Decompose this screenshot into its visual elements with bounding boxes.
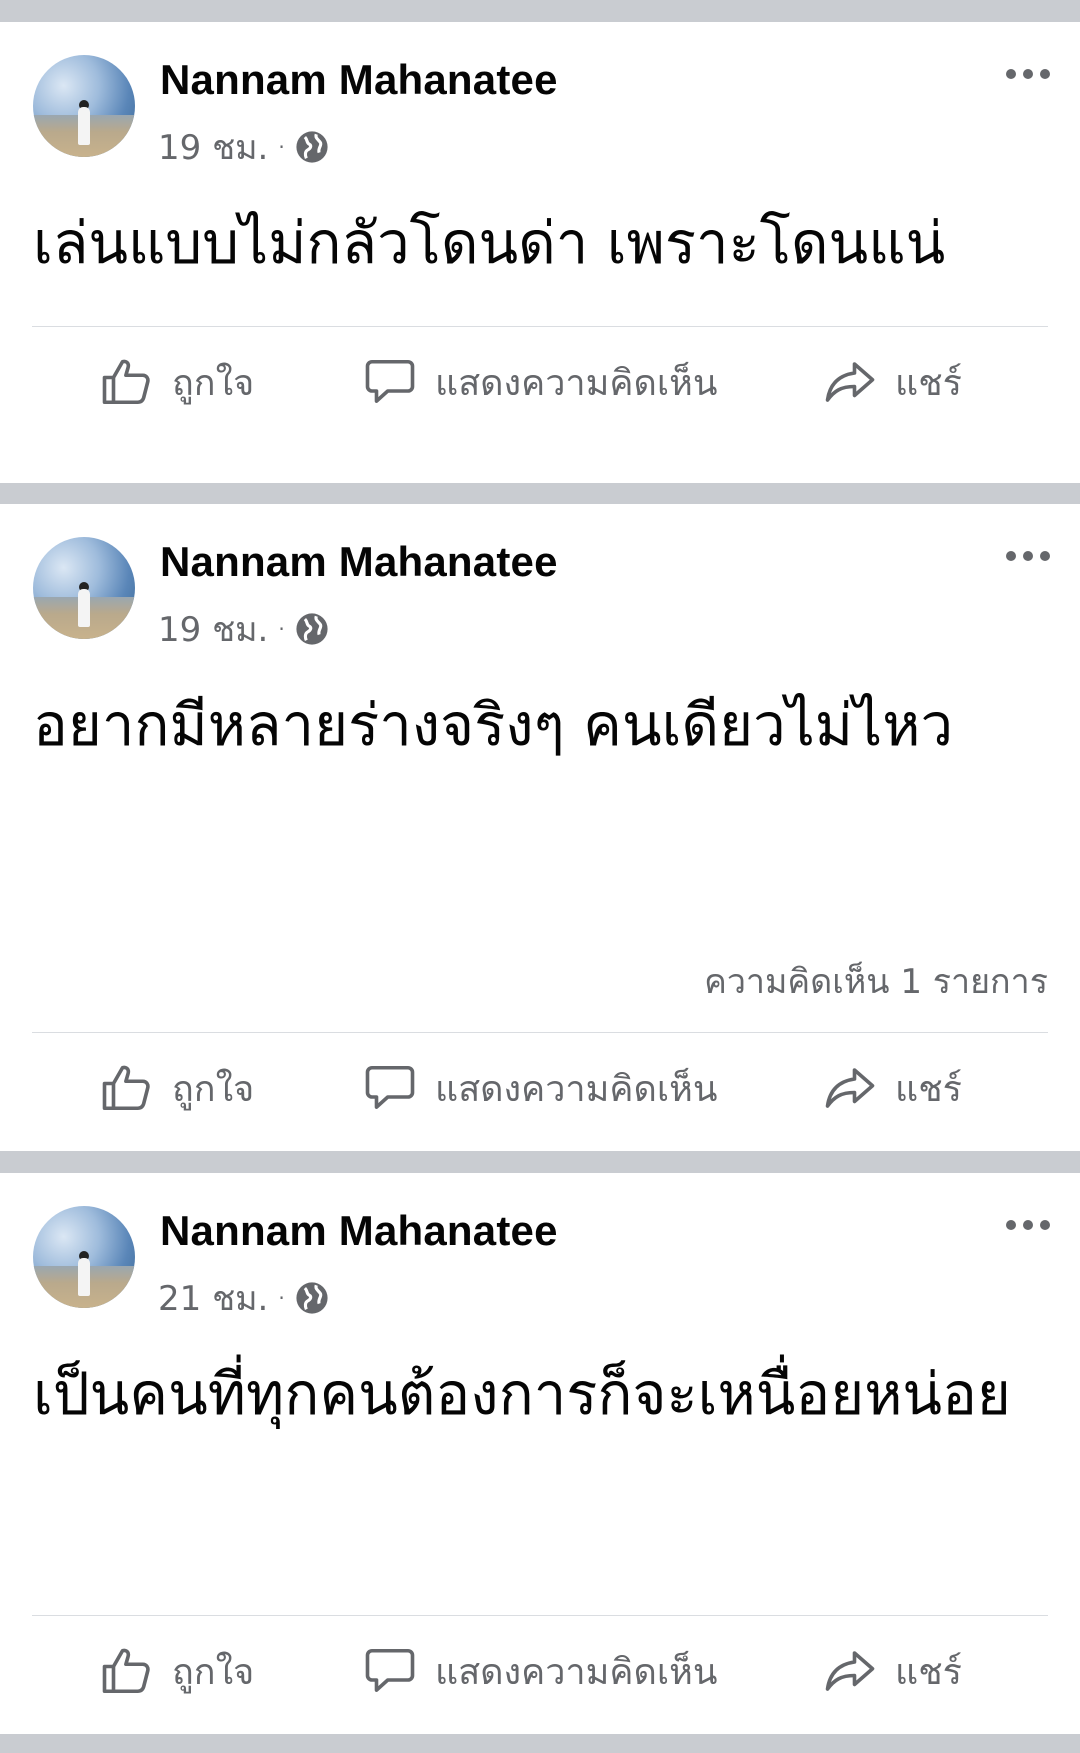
author-name[interactable]: Nannam Mahanatee bbox=[160, 56, 558, 104]
thumbs-up-icon bbox=[102, 1648, 150, 1694]
share-button[interactable]: แชร์ bbox=[823, 354, 962, 411]
post-time[interactable]: 19 ชม. bbox=[158, 120, 268, 174]
avatar[interactable] bbox=[33, 55, 135, 157]
comment-label: แสดงความคิดเห็น bbox=[435, 362, 718, 404]
post-card: Nannam Mahanatee 21 ชม. · เป็นคนที่ทุกคน… bbox=[0, 1173, 1080, 1734]
post-card: Nannam Mahanatee 19 ชม. · เล่นแบบไม่กลัว… bbox=[0, 22, 1080, 483]
globe-icon bbox=[296, 613, 328, 645]
author-name[interactable]: Nannam Mahanatee bbox=[160, 538, 558, 586]
share-button[interactable]: แชร์ bbox=[823, 1060, 962, 1117]
like-button[interactable]: ถูกใจ bbox=[100, 1643, 254, 1700]
comment-label: แสดงความคิดเห็น bbox=[435, 1651, 718, 1693]
more-options-icon[interactable] bbox=[1006, 549, 1050, 563]
divider bbox=[32, 1032, 1048, 1033]
action-bar: ถูกใจ แสดงความคิดเห็น แชร์ bbox=[0, 1631, 1080, 1711]
globe-icon bbox=[296, 1282, 328, 1314]
post-meta: 21 ชม. · bbox=[158, 1271, 329, 1325]
like-button[interactable]: ถูกใจ bbox=[100, 354, 254, 411]
avatar[interactable] bbox=[33, 1206, 135, 1308]
more-options-icon[interactable] bbox=[1006, 67, 1050, 81]
action-bar: ถูกใจ แสดงความคิดเห็น แชร์ bbox=[0, 342, 1080, 422]
comment-count-link[interactable]: ความคิดเห็น 1 รายการ bbox=[704, 954, 1048, 1008]
comment-label: แสดงความคิดเห็น bbox=[435, 1068, 718, 1110]
action-bar: ถูกใจ แสดงความคิดเห็น แชร์ bbox=[0, 1048, 1080, 1128]
post-text: เป็นคนที่ทุกคนต้องการก็จะเหนื่อยหน่อย bbox=[33, 1360, 1011, 1428]
post-text: อยากมีหลายร่างจริงๆ คนเดียวไม่ไหว bbox=[33, 691, 954, 759]
post-meta: 19 ชม. · bbox=[158, 120, 329, 174]
divider bbox=[32, 1615, 1048, 1616]
meta-separator: · bbox=[278, 617, 285, 641]
share-button[interactable]: แชร์ bbox=[823, 1643, 962, 1700]
comment-bubble-icon bbox=[365, 359, 415, 403]
comment-bubble-icon bbox=[365, 1648, 415, 1692]
comment-button[interactable]: แสดงความคิดเห็น bbox=[363, 1643, 717, 1700]
share-arrow-icon bbox=[825, 1651, 875, 1691]
share-label: แชร์ bbox=[895, 1068, 962, 1110]
divider bbox=[32, 326, 1048, 327]
like-label: ถูกใจ bbox=[172, 1651, 255, 1693]
meta-separator: · bbox=[278, 1286, 285, 1310]
like-button[interactable]: ถูกใจ bbox=[100, 1060, 254, 1117]
like-label: ถูกใจ bbox=[172, 1068, 255, 1110]
post-meta: 19 ชม. · bbox=[158, 602, 329, 656]
share-arrow-icon bbox=[825, 362, 875, 402]
thumbs-up-icon bbox=[102, 359, 150, 405]
like-label: ถูกใจ bbox=[172, 362, 255, 404]
globe-icon bbox=[296, 131, 328, 163]
share-arrow-icon bbox=[825, 1068, 875, 1108]
post-card: Nannam Mahanatee 19 ชม. · อยากมีหลายร่าง… bbox=[0, 504, 1080, 1151]
post-text: เล่นแบบไม่กลัวโดนด่า เพราะโดนแน่ bbox=[33, 209, 946, 277]
post-time[interactable]: 19 ชม. bbox=[158, 602, 268, 656]
comment-button[interactable]: แสดงความคิดเห็น bbox=[363, 1060, 717, 1117]
meta-separator: · bbox=[278, 135, 285, 159]
comment-bubble-icon bbox=[365, 1065, 415, 1109]
comment-button[interactable]: แสดงความคิดเห็น bbox=[363, 354, 717, 411]
avatar[interactable] bbox=[33, 537, 135, 639]
thumbs-up-icon bbox=[102, 1065, 150, 1111]
author-name[interactable]: Nannam Mahanatee bbox=[160, 1207, 558, 1255]
share-label: แชร์ bbox=[895, 362, 962, 404]
post-time[interactable]: 21 ชม. bbox=[158, 1271, 268, 1325]
more-options-icon[interactable] bbox=[1006, 1218, 1050, 1232]
share-label: แชร์ bbox=[895, 1651, 962, 1693]
